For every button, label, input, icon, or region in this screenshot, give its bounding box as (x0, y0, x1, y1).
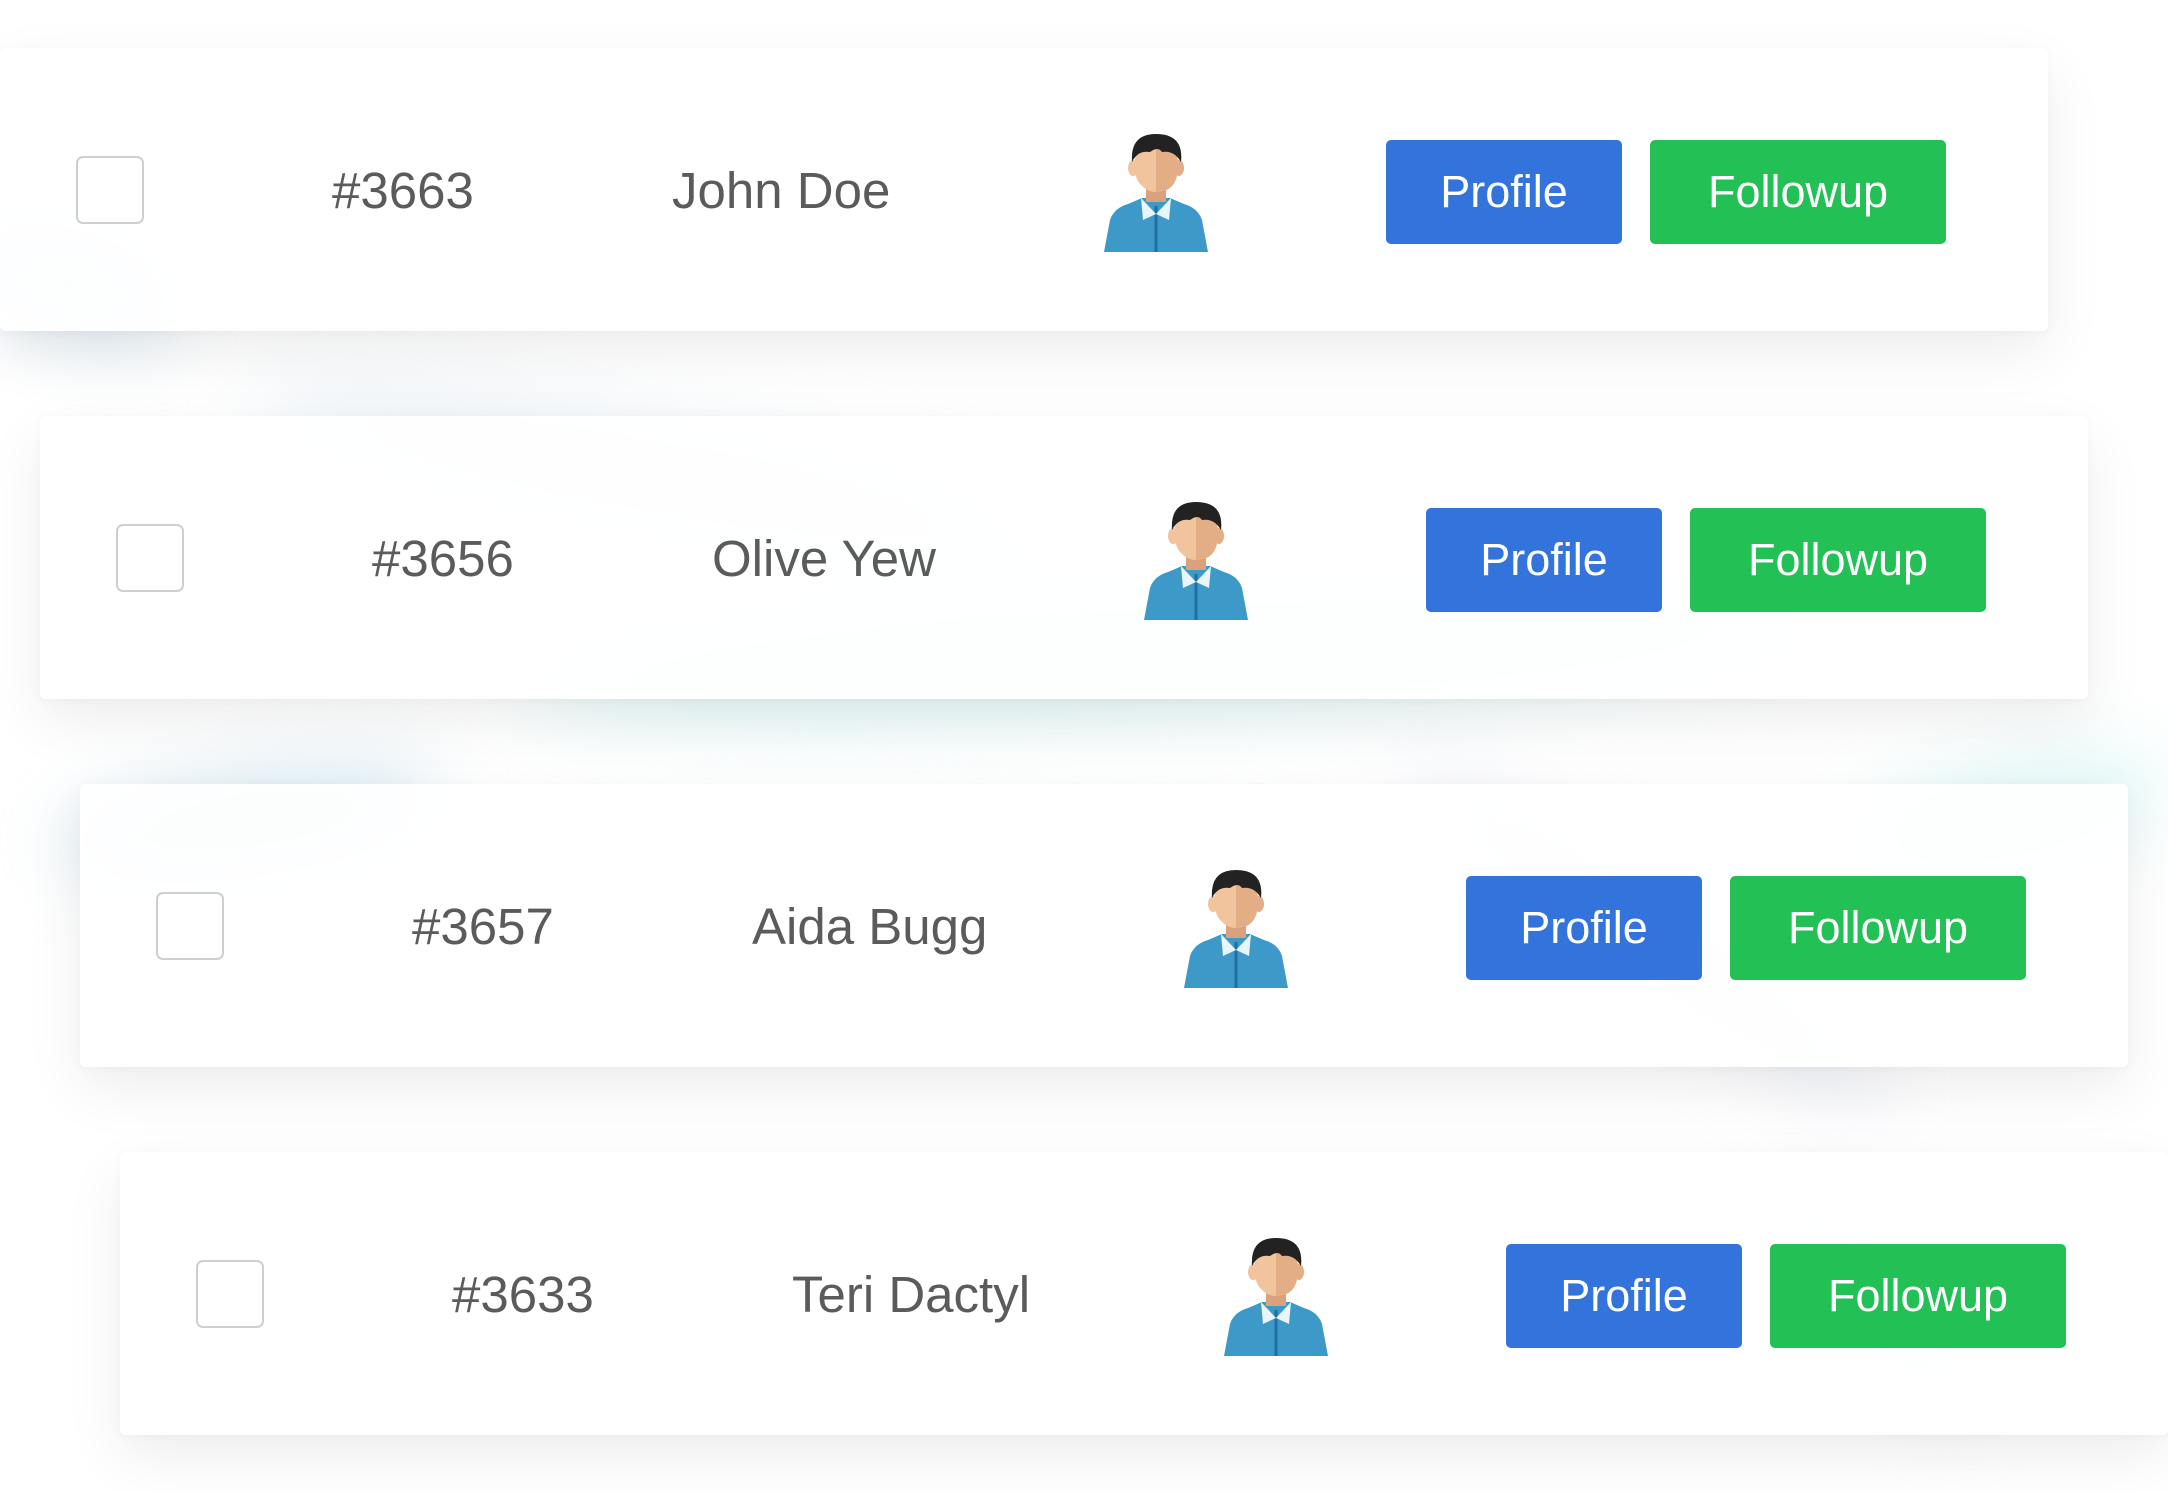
male-user-avatar-icon (1144, 496, 1248, 620)
profile-button[interactable]: Profile (1466, 876, 1702, 980)
table-row: #3656 Olive Yew Profile Followup (40, 416, 2088, 699)
profile-button[interactable]: Profile (1386, 140, 1622, 244)
followup-button[interactable]: Followup (1690, 508, 1986, 612)
customer-name: John Doe (672, 162, 891, 219)
followup-button[interactable]: Followup (1770, 1244, 2066, 1348)
followup-button[interactable]: Followup (1730, 876, 2026, 980)
order-id: #3663 (332, 162, 474, 219)
profile-button[interactable]: Profile (1506, 1244, 1742, 1348)
order-id: #3657 (412, 898, 554, 955)
followup-button[interactable]: Followup (1650, 140, 1946, 244)
table-row: #3663 John Doe Profile Followup (0, 48, 2048, 331)
profile-button[interactable]: Profile (1426, 508, 1662, 612)
row-checkbox[interactable] (116, 524, 184, 592)
row-checkbox[interactable] (76, 156, 144, 224)
male-user-avatar-icon (1104, 128, 1208, 252)
male-user-avatar-icon (1224, 1232, 1328, 1356)
male-user-avatar-icon (1184, 864, 1288, 988)
row-checkbox[interactable] (196, 1260, 264, 1328)
customer-name: Aida Bugg (752, 898, 988, 955)
customer-name: Olive Yew (712, 530, 936, 587)
customer-name: Teri Dactyl (792, 1266, 1031, 1323)
table-row: #3633 Teri Dactyl Profile Followup (120, 1152, 2168, 1435)
order-id: #3633 (452, 1266, 594, 1323)
order-id: #3656 (372, 530, 514, 587)
row-checkbox[interactable] (156, 892, 224, 960)
table-row: #3657 Aida Bugg Profile Followup (80, 784, 2128, 1067)
